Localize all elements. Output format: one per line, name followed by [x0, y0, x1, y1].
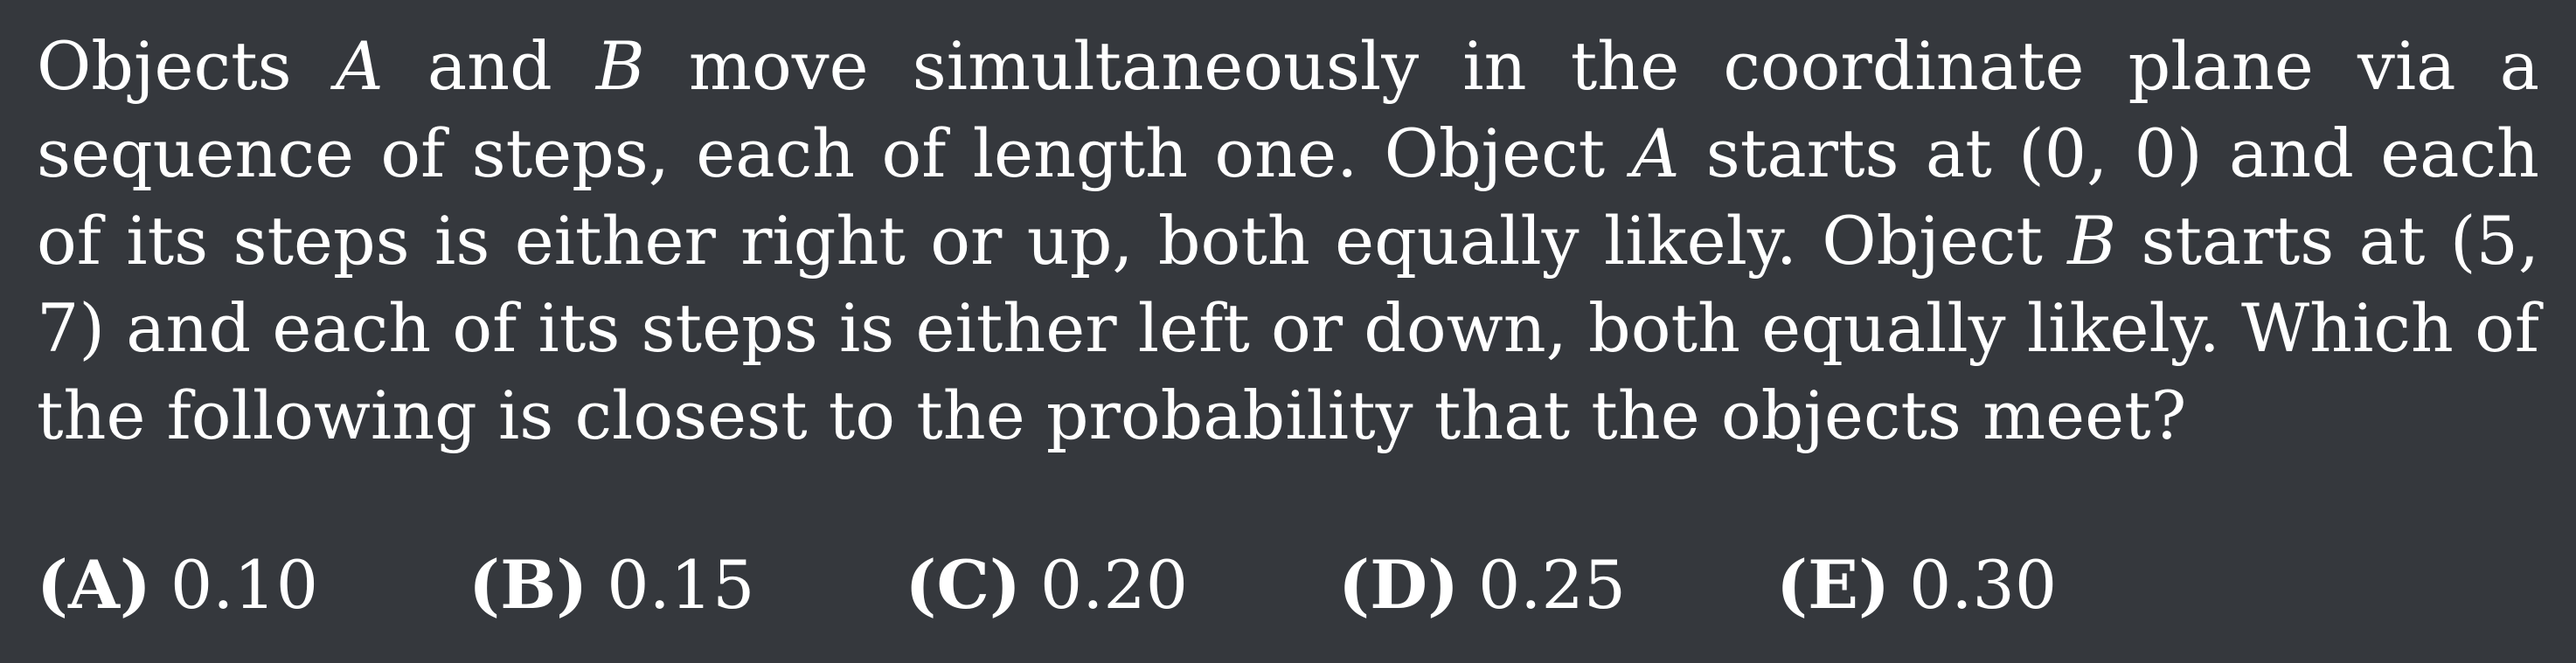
problem-statement: Objects A and B move simultaneously in t…	[37, 23, 2539, 459]
problem-page: Objects A and B move simultaneously in t…	[0, 0, 2576, 663]
choice-a[interactable]: (A) 0.10	[37, 542, 318, 629]
answer-choices: (A) 0.10 (B) 0.15 (C) 0.20 (D) 0.25 (E) …	[37, 542, 2057, 629]
object-a-symbol: A	[335, 27, 384, 105]
choice-d[interactable]: (D) 0.25	[1338, 542, 1626, 629]
object-a-symbol: A	[1631, 114, 1680, 192]
choice-letter: (B)	[469, 546, 588, 624]
choice-b[interactable]: (B) 0.15	[469, 542, 754, 629]
object-b-symbol: B	[2067, 202, 2117, 280]
choice-letter: (A)	[37, 546, 151, 624]
choice-c[interactable]: (C) 0.20	[905, 542, 1188, 629]
problem-text: Objects	[37, 27, 336, 105]
problem-text: and	[383, 27, 596, 105]
choice-e[interactable]: (E) 0.30	[1776, 542, 2057, 629]
choice-letter: (D)	[1338, 546, 1459, 624]
choice-value: 0.25	[1477, 546, 1627, 624]
choice-value: 0.30	[1909, 546, 2058, 624]
choice-letter: (C)	[905, 546, 1021, 624]
choice-value: 0.20	[1039, 546, 1189, 624]
choice-value: 0.10	[170, 546, 319, 624]
object-b-symbol: B	[595, 27, 645, 105]
choice-letter: (E)	[1776, 546, 1891, 624]
choice-value: 0.15	[607, 546, 755, 624]
